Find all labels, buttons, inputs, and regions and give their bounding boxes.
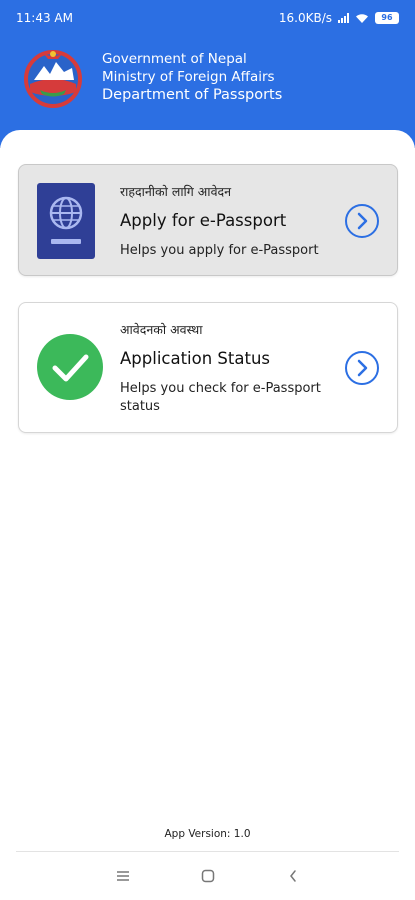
header-line-ministry: Ministry of Foreign Affairs bbox=[102, 69, 275, 85]
app-version: App Version: 1.0 bbox=[164, 828, 251, 840]
status-indicators: 16.0KB/s 96 bbox=[279, 11, 399, 25]
back-icon[interactable] bbox=[281, 864, 305, 888]
header-text: Government of Nepal Ministry of Foreign … bbox=[102, 50, 282, 104]
apply-epassport-card[interactable]: राहदानीको लागि आवेदन Apply for e-Passpor… bbox=[18, 164, 398, 276]
passport-icon bbox=[37, 183, 95, 259]
chevron-right-icon[interactable] bbox=[344, 350, 380, 386]
card-subtitle: राहदानीको लागि आवेदन bbox=[120, 184, 232, 199]
chevron-right-icon[interactable] bbox=[344, 203, 380, 239]
brand-block: Government of Nepal Ministry of Foreign … bbox=[20, 44, 282, 110]
content-sheet: राहदानीको लागि आवेदन Apply for e-Passpor… bbox=[0, 130, 415, 900]
home-icon[interactable] bbox=[196, 864, 220, 888]
card-subtitle: आवेदनको अवस्था bbox=[120, 322, 203, 337]
wifi-icon bbox=[356, 13, 368, 23]
card-title: Apply for e-Passport bbox=[120, 211, 287, 230]
menu-icon[interactable] bbox=[111, 864, 135, 888]
network-speed: 16.0KB/s bbox=[278, 11, 332, 25]
card-description: Helps you check for e-Passport status bbox=[120, 381, 321, 414]
header-line-department: Department of Passports bbox=[102, 87, 283, 103]
card-description: Helps you apply for e-Passport bbox=[120, 243, 319, 258]
system-nav-bar bbox=[0, 852, 415, 900]
header-line-government: Government of Nepal bbox=[102, 51, 247, 67]
application-status-card[interactable]: आवेदनको अवस्था Application Status Helps … bbox=[18, 302, 398, 433]
status-time: 11:43 AM bbox=[16, 11, 73, 25]
signal-icon bbox=[338, 13, 349, 23]
battery-icon: 96 bbox=[375, 12, 399, 24]
nepal-emblem-icon bbox=[24, 50, 82, 108]
check-circle-icon bbox=[37, 334, 103, 400]
card-title: Application Status bbox=[120, 349, 271, 368]
app-header: 11:43 AM 16.0KB/s 96 Government of Nepal… bbox=[0, 0, 415, 148]
status-bar: 11:43 AM 16.0KB/s 96 bbox=[0, 0, 415, 36]
